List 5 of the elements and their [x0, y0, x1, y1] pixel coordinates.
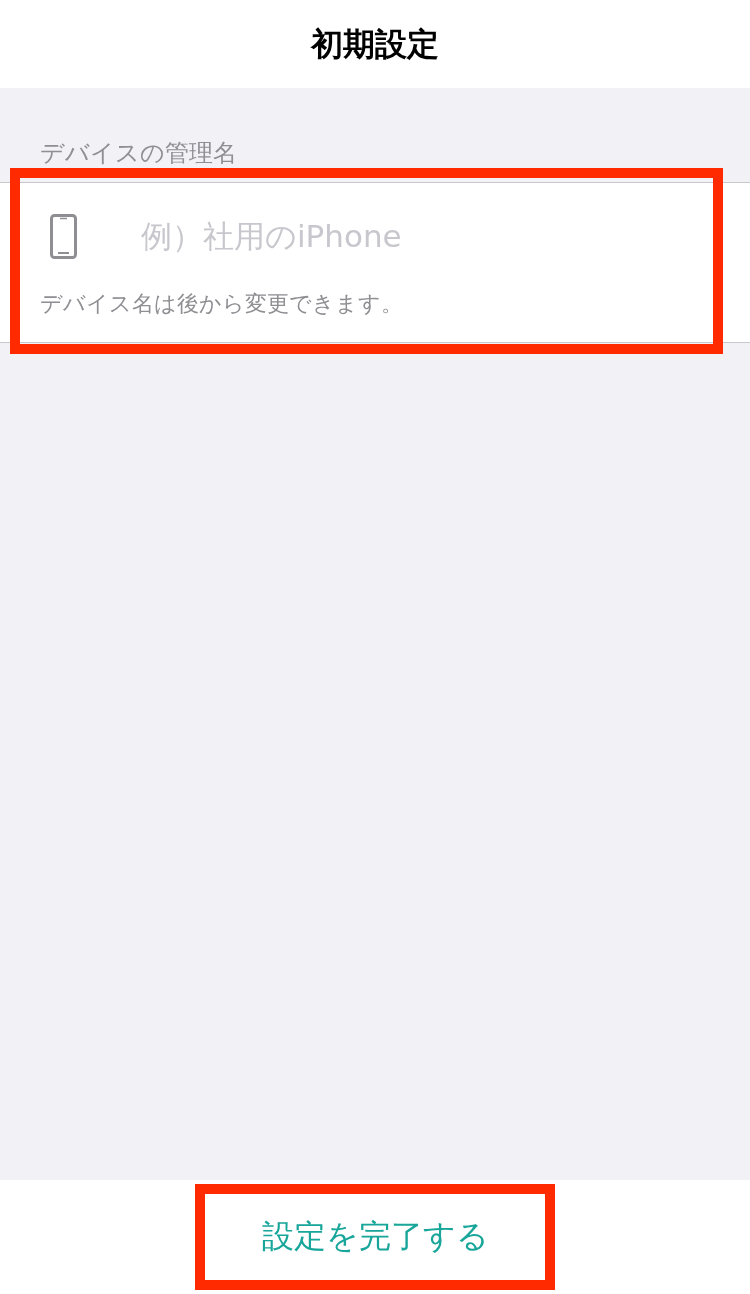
device-name-input[interactable]: 例）社用のiPhone [141, 212, 701, 260]
smartphone-icon [50, 213, 77, 259]
screen-title: 初期設定 [311, 24, 439, 64]
hint-text: デバイス名は後から変更できます。 [39, 290, 404, 318]
section-label: デバイスの管理名 [39, 138, 238, 169]
